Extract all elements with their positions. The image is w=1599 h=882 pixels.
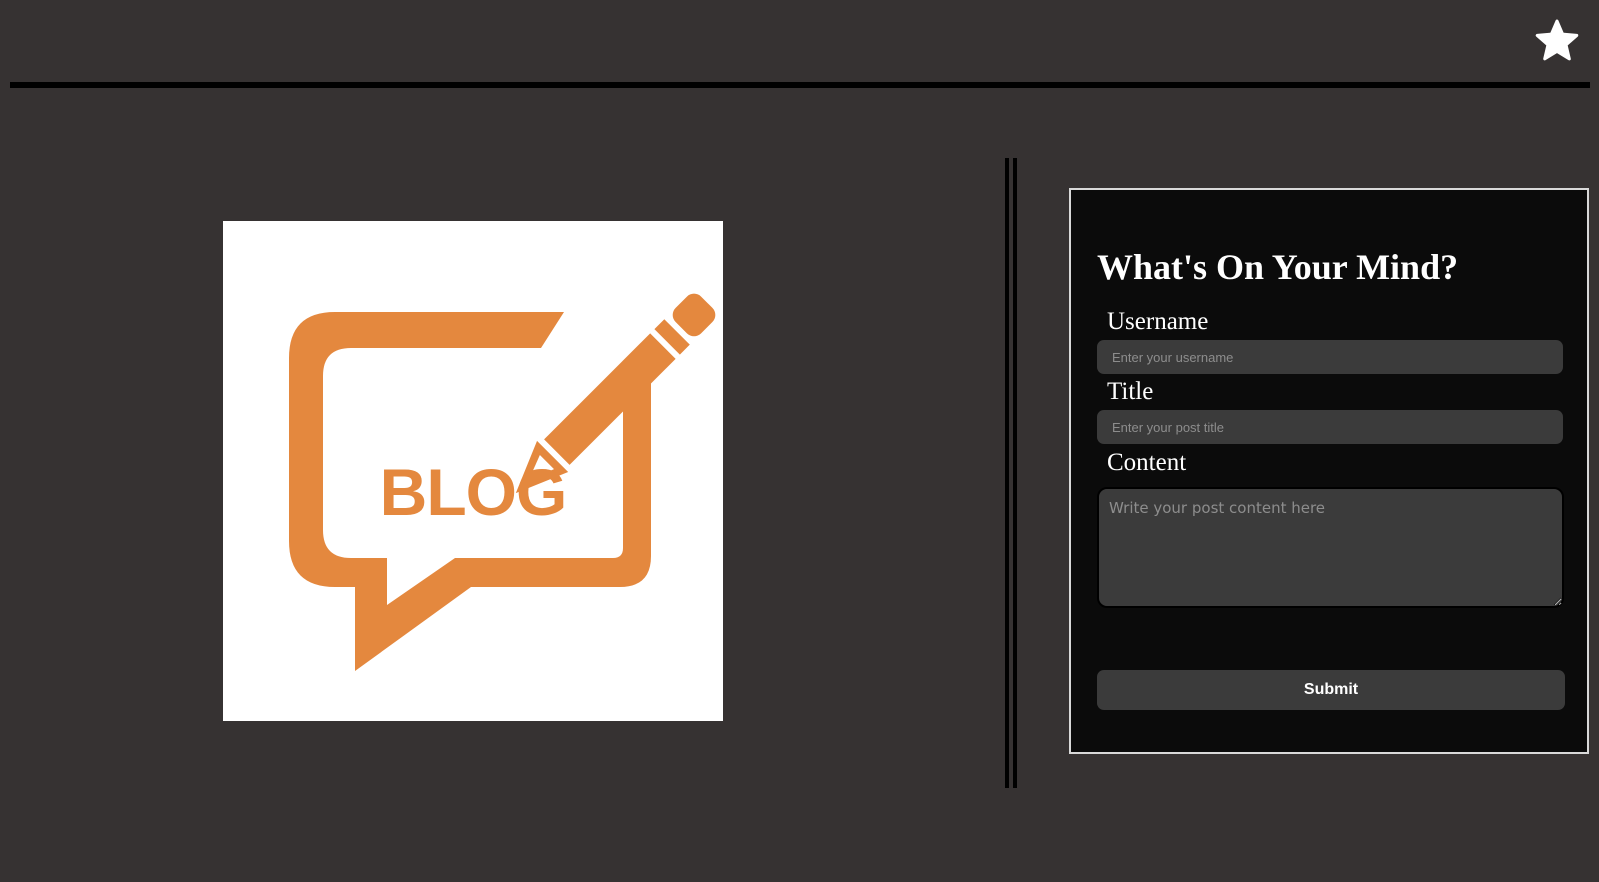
header-divider: [10, 82, 1590, 88]
new-post-form: What's On Your Mind? Username Title Cont…: [1069, 188, 1589, 754]
star-icon: [1535, 19, 1579, 61]
title-input[interactable]: [1097, 410, 1563, 444]
blog-logo-graphic: BLOG: [289, 293, 716, 671]
form-title: What's On Your Mind?: [1097, 247, 1459, 287]
favorite-star-button[interactable]: [1534, 18, 1580, 64]
content-textarea[interactable]: [1097, 487, 1564, 608]
username-label: Username: [1107, 308, 1209, 335]
username-input[interactable]: [1097, 340, 1563, 374]
vertical-divider-right: [1013, 158, 1017, 788]
content-label: Content: [1107, 449, 1187, 476]
submit-button[interactable]: Submit: [1097, 670, 1565, 710]
blog-logo-text: BLOG: [380, 455, 567, 529]
vertical-divider-left: [1005, 158, 1009, 788]
blog-logo: BLOG: [223, 221, 723, 721]
title-label: Title: [1107, 378, 1154, 405]
